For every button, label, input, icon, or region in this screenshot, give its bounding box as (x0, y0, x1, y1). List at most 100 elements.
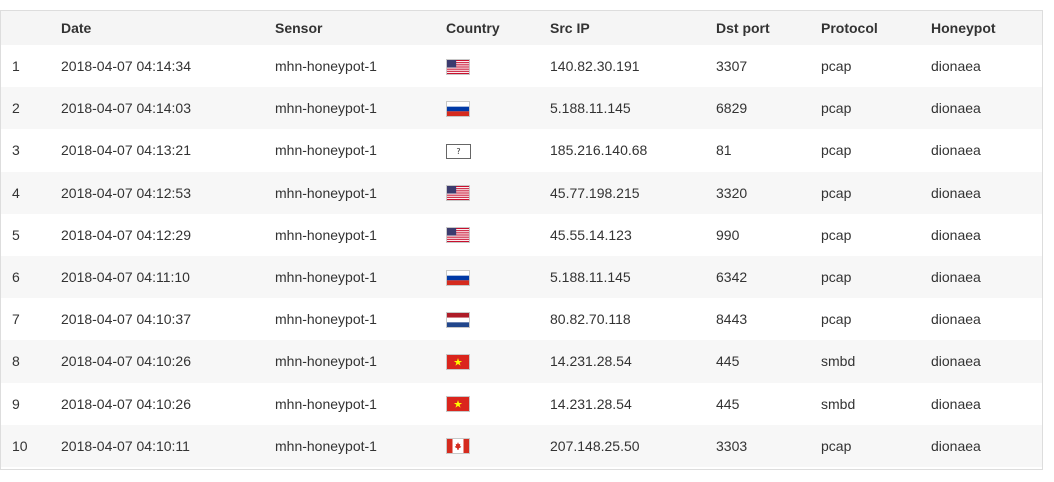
row-src-ip: 14.231.28.54 (550, 340, 716, 383)
row-country (446, 255, 550, 299)
row-honeypot: dionaea (931, 213, 1042, 256)
row-date: 2018-04-07 04:12:53 (61, 171, 275, 214)
row-dst-port: 81 (716, 129, 821, 172)
table-row: 7 2018-04-07 04:10:37 mhn-honeypot-1 80.… (1, 298, 1042, 341)
ru-flag-icon (446, 100, 470, 117)
row-country (446, 171, 550, 214)
table-row: 4 2018-04-07 04:12:53 mhn-honeypot-1 45.… (1, 171, 1042, 214)
row-protocol: pcap (821, 45, 931, 88)
col-header-date[interactable]: Date (61, 11, 275, 45)
row-src-ip: 5.188.11.145 (550, 255, 716, 299)
row-protocol: pcap (821, 424, 931, 467)
row-src-ip: 45.55.14.123 (550, 213, 716, 256)
attacks-table: Date Sensor Country Src IP Dst port Prot… (1, 11, 1042, 467)
row-date: 2018-04-07 04:13:21 (61, 129, 275, 172)
row-index: 1 (1, 45, 61, 88)
row-protocol: pcap (821, 87, 931, 130)
row-country (446, 87, 550, 130)
us-flag-icon (446, 185, 470, 202)
row-honeypot: dionaea (931, 255, 1042, 299)
row-protocol: smbd (821, 340, 931, 383)
table-row: 3 2018-04-07 04:13:21 mhn-honeypot-1 ? 1… (1, 129, 1042, 172)
attacks-table-panel: Date Sensor Country Src IP Dst port Prot… (0, 10, 1043, 470)
row-dst-port: 445 (716, 382, 821, 425)
row-src-ip: 80.82.70.118 (550, 298, 716, 341)
row-sensor: mhn-honeypot-1 (275, 129, 446, 172)
col-header-src-ip[interactable]: Src IP (550, 11, 716, 45)
col-header-country[interactable]: Country (446, 11, 550, 45)
table-header: Date Sensor Country Src IP Dst port Prot… (1, 11, 1042, 45)
row-country (446, 424, 550, 467)
col-header-protocol[interactable]: Protocol (821, 11, 931, 45)
row-honeypot: dionaea (931, 87, 1042, 130)
row-date: 2018-04-07 04:10:37 (61, 298, 275, 341)
row-protocol: pcap (821, 171, 931, 214)
row-date: 2018-04-07 04:11:10 (61, 255, 275, 299)
row-index: 6 (1, 255, 61, 299)
row-dst-port: 6829 (716, 87, 821, 130)
row-protocol: pcap (821, 129, 931, 172)
row-dst-port: 6342 (716, 255, 821, 299)
row-dst-port: 3307 (716, 45, 821, 88)
table-row: 1 2018-04-07 04:14:34 mhn-honeypot-1 140… (1, 45, 1042, 88)
row-country (446, 45, 550, 88)
unknown-flag-icon: ? (446, 143, 471, 159)
row-date: 2018-04-07 04:14:34 (61, 45, 275, 88)
table-row: 8 2018-04-07 04:10:26 mhn-honeypot-1 14.… (1, 340, 1042, 383)
row-sensor: mhn-honeypot-1 (275, 45, 446, 88)
row-honeypot: dionaea (931, 171, 1042, 214)
row-country: ? (446, 129, 550, 172)
row-country (446, 382, 550, 425)
row-index: 2 (1, 87, 61, 130)
row-sensor: mhn-honeypot-1 (275, 382, 446, 425)
row-sensor: mhn-honeypot-1 (275, 424, 446, 467)
row-protocol: pcap (821, 213, 931, 256)
col-header-honeypot[interactable]: Honeypot (931, 11, 1042, 45)
col-header-sensor[interactable]: Sensor (275, 11, 446, 45)
row-sensor: mhn-honeypot-1 (275, 213, 446, 256)
ru-flag-icon (446, 269, 470, 286)
row-src-ip: 140.82.30.191 (550, 45, 716, 88)
row-src-ip: 45.77.198.215 (550, 171, 716, 214)
row-dst-port: 445 (716, 340, 821, 383)
row-sensor: mhn-honeypot-1 (275, 340, 446, 383)
row-honeypot: dionaea (931, 129, 1042, 172)
row-sensor: mhn-honeypot-1 (275, 298, 446, 341)
row-sensor: mhn-honeypot-1 (275, 87, 446, 130)
row-index: 8 (1, 340, 61, 383)
row-protocol: smbd (821, 382, 931, 425)
nl-flag-icon (446, 311, 470, 328)
row-date: 2018-04-07 04:14:03 (61, 87, 275, 130)
row-country (446, 340, 550, 383)
col-header-dst-port[interactable]: Dst port (716, 11, 821, 45)
row-src-ip: 185.216.140.68 (550, 129, 716, 172)
vn-flag-icon (446, 354, 470, 371)
ca-flag-icon (446, 438, 470, 455)
row-index: 5 (1, 213, 61, 256)
row-date: 2018-04-07 04:10:11 (61, 424, 275, 467)
row-honeypot: dionaea (931, 45, 1042, 88)
row-honeypot: dionaea (931, 382, 1042, 425)
row-index: 7 (1, 298, 61, 341)
row-protocol: pcap (821, 298, 931, 341)
row-dst-port: 3320 (716, 171, 821, 214)
row-protocol: pcap (821, 255, 931, 299)
row-date: 2018-04-07 04:10:26 (61, 340, 275, 383)
row-date: 2018-04-07 04:12:29 (61, 213, 275, 256)
row-date: 2018-04-07 04:10:26 (61, 382, 275, 425)
table-row: 6 2018-04-07 04:11:10 mhn-honeypot-1 5.1… (1, 255, 1042, 299)
row-index: 10 (1, 424, 61, 467)
row-dst-port: 8443 (716, 298, 821, 341)
table-row: 10 2018-04-07 04:10:11 mhn-honeypot-1 20… (1, 424, 1042, 467)
us-flag-icon (446, 58, 470, 75)
row-src-ip: 207.148.25.50 (550, 424, 716, 467)
row-sensor: mhn-honeypot-1 (275, 255, 446, 299)
row-dst-port: 990 (716, 213, 821, 256)
table-row: 5 2018-04-07 04:12:29 mhn-honeypot-1 45.… (1, 213, 1042, 256)
row-index: 4 (1, 171, 61, 214)
row-index: 9 (1, 382, 61, 425)
row-honeypot: dionaea (931, 298, 1042, 341)
row-src-ip: 14.231.28.54 (550, 382, 716, 425)
row-dst-port: 3303 (716, 424, 821, 467)
row-sensor: mhn-honeypot-1 (275, 171, 446, 214)
